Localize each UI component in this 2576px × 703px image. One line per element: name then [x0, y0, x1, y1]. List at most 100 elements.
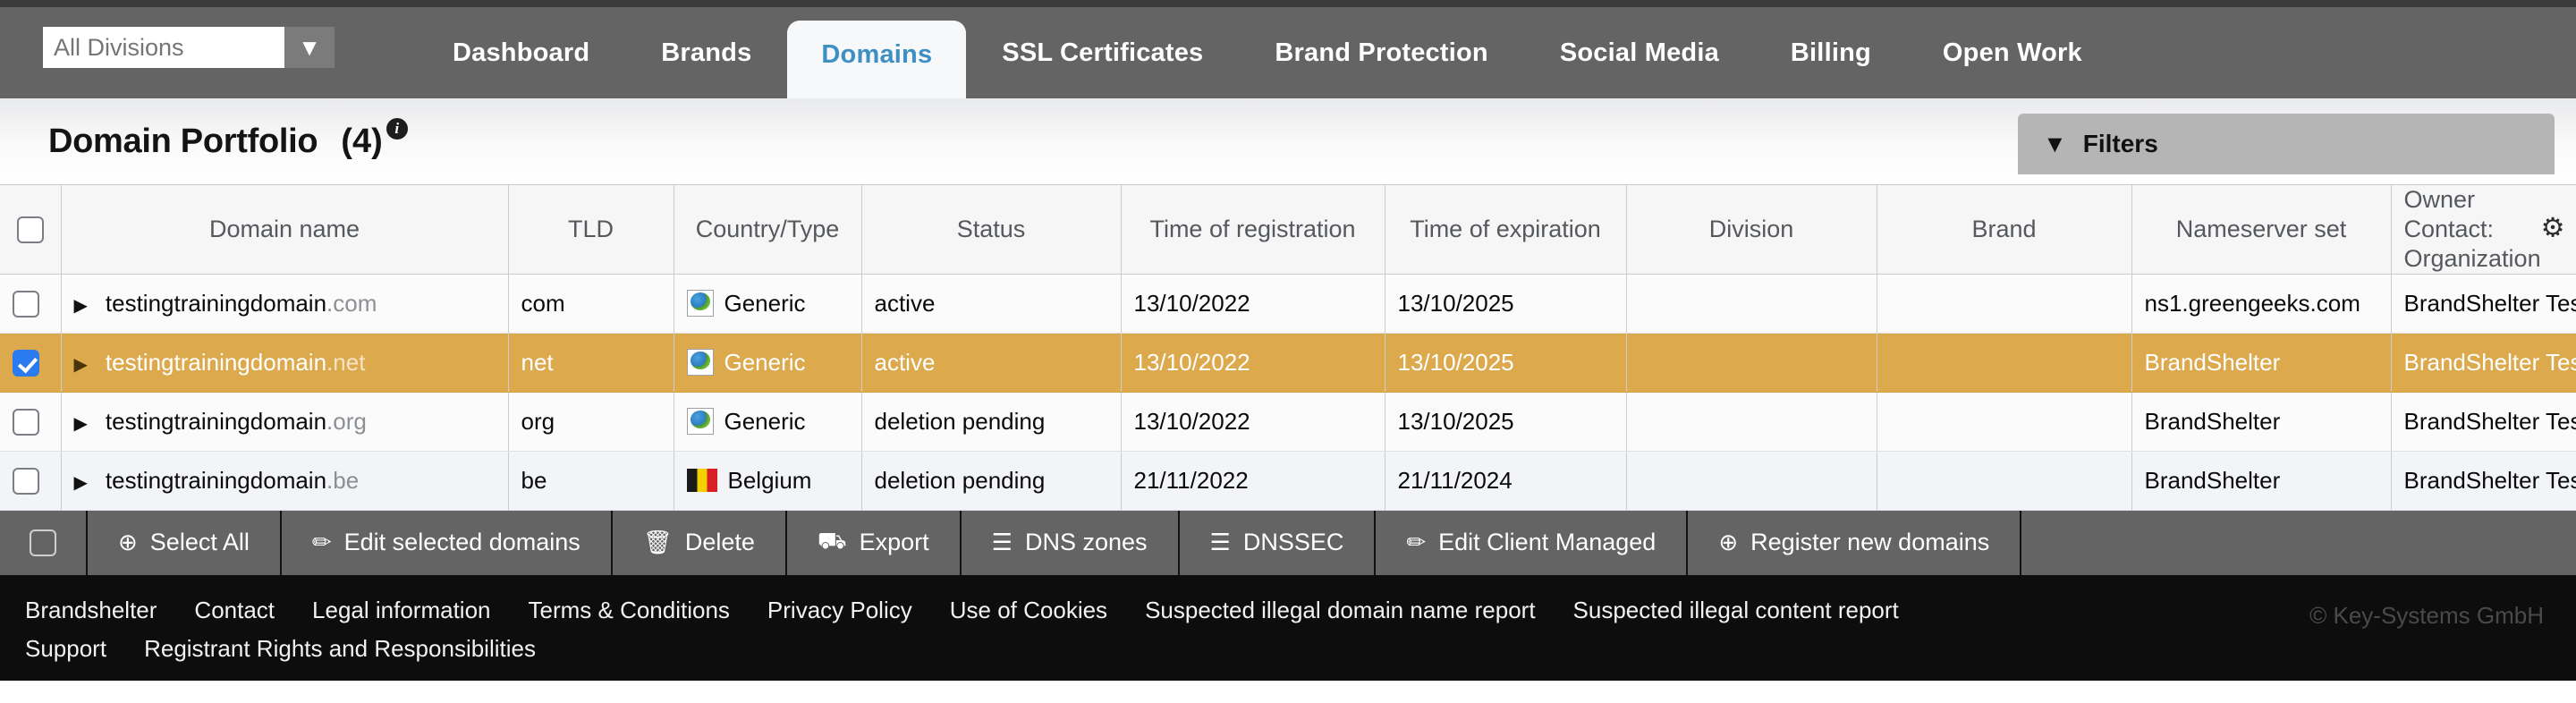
row-select-cell[interactable] — [0, 392, 62, 452]
row-checkbox[interactable] — [13, 291, 39, 318]
column-header-domain-name[interactable]: Domain name — [61, 184, 509, 275]
footer-link-use-of-cookies[interactable]: Use of Cookies — [950, 597, 1107, 624]
info-icon[interactable]: i — [386, 118, 408, 140]
column-header-division[interactable]: Division — [1626, 184, 1877, 275]
filters-label: Filters — [2082, 130, 2158, 157]
domain-name-main: testingtrainingdomain — [105, 466, 327, 494]
dnssec-label: DNSSEC — [1242, 529, 1344, 556]
footer-link-privacy-policy[interactable]: Privacy Policy — [767, 597, 912, 624]
footer-link-suspected-illegal-domain-name-report[interactable]: Suspected illegal domain name report — [1145, 597, 1535, 624]
cell-owner-contact: BrandShelter Test/... — [2391, 333, 2576, 393]
table-row[interactable]: ▶ testingtrainingdomain.org org Generic d… — [0, 392, 2576, 452]
cell-domain-name[interactable]: ▶ testingtrainingdomain.com — [61, 274, 509, 334]
column-header-country-type[interactable]: Country/Type — [674, 184, 862, 275]
expand-row-icon[interactable]: ▶ — [74, 294, 88, 317]
division-filter[interactable]: ▼ — [43, 27, 335, 68]
dns-zones-button[interactable]: ☰ DNS zones — [962, 510, 1180, 575]
cell-time-of-registration: 13/10/2022 — [1121, 333, 1385, 393]
footer-link-contact[interactable]: Contact — [194, 597, 275, 624]
cell-brand — [1877, 392, 2132, 452]
select-all-checkbox[interactable] — [16, 216, 44, 244]
chevron-down-icon[interactable]: ▼ — [284, 27, 335, 68]
cell-time-of-registration: 21/11/2022 — [1121, 451, 1385, 511]
gear-icon[interactable]: ⚙ — [2541, 213, 2565, 246]
column-header-time-of-registration[interactable]: Time of registration — [1121, 184, 1385, 275]
edit-selected-domains-button[interactable]: ✏ Edit selected domains — [282, 510, 613, 575]
column-header-brand[interactable]: Brand — [1877, 184, 2132, 275]
table-header-row: Domain name TLD Country/Type Status Time… — [0, 184, 2576, 275]
edit-client-managed-button[interactable]: ✏ Edit Client Managed — [1376, 510, 1689, 575]
nav-item-brands[interactable]: Brands — [625, 38, 787, 98]
row-checkbox[interactable] — [13, 350, 39, 377]
row-checkbox[interactable] — [13, 409, 39, 436]
truck-icon: ⛟ — [817, 527, 847, 555]
column-header-nameserver-set[interactable]: Nameserver set — [2131, 184, 2392, 275]
delete-button[interactable]: 🗑 Delete — [613, 510, 787, 575]
nav-item-ssl-certificates[interactable]: SSL Certificates — [966, 38, 1239, 98]
cell-domain-name[interactable]: ▶ testingtrainingdomain.net — [61, 333, 509, 393]
toolbar-select-checkbox-cell[interactable] — [0, 510, 88, 575]
cell-tld: org — [508, 392, 674, 452]
table-row[interactable]: ▶ testingtrainingdomain.net net Generic a… — [0, 333, 2576, 393]
nav-item-open-work[interactable]: Open Work — [1907, 38, 2118, 98]
globe-icon — [686, 349, 714, 377]
cell-country-type: Belgium — [674, 451, 862, 511]
footer-link-brandshelter[interactable]: Brandshelter — [25, 597, 157, 624]
division-filter-input[interactable] — [43, 27, 284, 68]
cell-tld: be — [508, 451, 674, 511]
country-type-label: Generic — [724, 407, 806, 435]
cell-tld: net — [508, 333, 674, 393]
nav-item-domains[interactable]: Domains — [787, 21, 967, 98]
footer-link-terms-conditions[interactable]: Terms & Conditions — [529, 597, 730, 624]
table-row[interactable]: ▶ testingtrainingdomain.be be Belgium del… — [0, 451, 2576, 511]
expand-row-icon[interactable]: ▶ — [74, 471, 88, 494]
domain-name-tld: .be — [326, 466, 360, 494]
select-all-header-cell[interactable] — [0, 184, 62, 275]
cell-status: active — [861, 333, 1122, 393]
expand-row-icon[interactable]: ▶ — [74, 412, 88, 435]
column-header-tld[interactable]: TLD — [508, 184, 674, 275]
row-select-cell[interactable] — [0, 274, 62, 334]
cell-nameserver-set: BrandShelter — [2131, 392, 2392, 452]
cell-time-of-expiration: 13/10/2025 — [1385, 392, 1627, 452]
cell-nameserver-set: ns1.greengeeks.com — [2131, 274, 2392, 334]
row-select-cell[interactable] — [0, 333, 62, 393]
register-new-domains-button[interactable]: ⊕ Register new domains — [1688, 510, 2022, 575]
footer-link-support[interactable]: Support — [25, 635, 106, 663]
column-header-owner-contact-organization[interactable]: Owner Contact: Organization ⚙ — [2391, 184, 2576, 275]
select-all-label: Select All — [149, 529, 250, 556]
footer-links-row-2: Support Registrant Rights and Responsibi… — [25, 635, 2551, 673]
cell-domain-name[interactable]: ▶ testingtrainingdomain.org — [61, 392, 509, 452]
select-all-button[interactable]: ⊕ Select All — [88, 510, 282, 575]
cell-domain-name[interactable]: ▶ testingtrainingdomain.be — [61, 451, 509, 511]
country-type-label: Generic — [724, 289, 806, 317]
table-row[interactable]: ▶ testingtrainingdomain.com com Generic a… — [0, 274, 2576, 334]
nav-item-brand-protection[interactable]: Brand Protection — [1239, 38, 1523, 98]
cell-country-type: Generic — [674, 392, 862, 452]
footer-link-registrant-rights[interactable]: Registrant Rights and Responsibilities — [144, 635, 536, 663]
page-header: Domain Portfolio (4) i ▼ Filters — [0, 98, 2576, 184]
dnssec-button[interactable]: ☰ DNSSEC — [1180, 510, 1377, 575]
cell-owner-contact: BrandShelter Test/... — [2391, 392, 2576, 452]
nav-item-billing[interactable]: Billing — [1755, 38, 1907, 98]
footer-link-suspected-illegal-content-report[interactable]: Suspected illegal content report — [1573, 597, 1899, 624]
toolbar-select-checkbox[interactable] — [30, 529, 56, 556]
filters-button[interactable]: ▼ Filters — [2018, 114, 2555, 174]
export-button[interactable]: ⛟ Export — [787, 510, 962, 575]
expand-row-icon[interactable]: ▶ — [74, 353, 88, 376]
cell-time-of-expiration: 13/10/2025 — [1385, 274, 1627, 334]
cell-time-of-registration: 13/10/2022 — [1121, 274, 1385, 334]
row-select-cell[interactable] — [0, 451, 62, 511]
nav-item-social-media[interactable]: Social Media — [1524, 38, 1755, 98]
country-type-label: Generic — [724, 348, 806, 376]
row-checkbox[interactable] — [13, 468, 39, 495]
delete-label: Delete — [684, 529, 755, 556]
footer-link-legal-information[interactable]: Legal information — [312, 597, 490, 624]
column-header-status[interactable]: Status — [861, 184, 1122, 275]
trash-icon: 🗑 — [642, 529, 673, 556]
cell-status: active — [861, 274, 1122, 334]
column-header-time-of-expiration[interactable]: Time of expiration — [1385, 184, 1627, 275]
edit-client-managed-label: Edit Client Managed — [1438, 529, 1657, 556]
cell-brand — [1877, 274, 2132, 334]
nav-item-dashboard[interactable]: Dashboard — [417, 38, 625, 98]
